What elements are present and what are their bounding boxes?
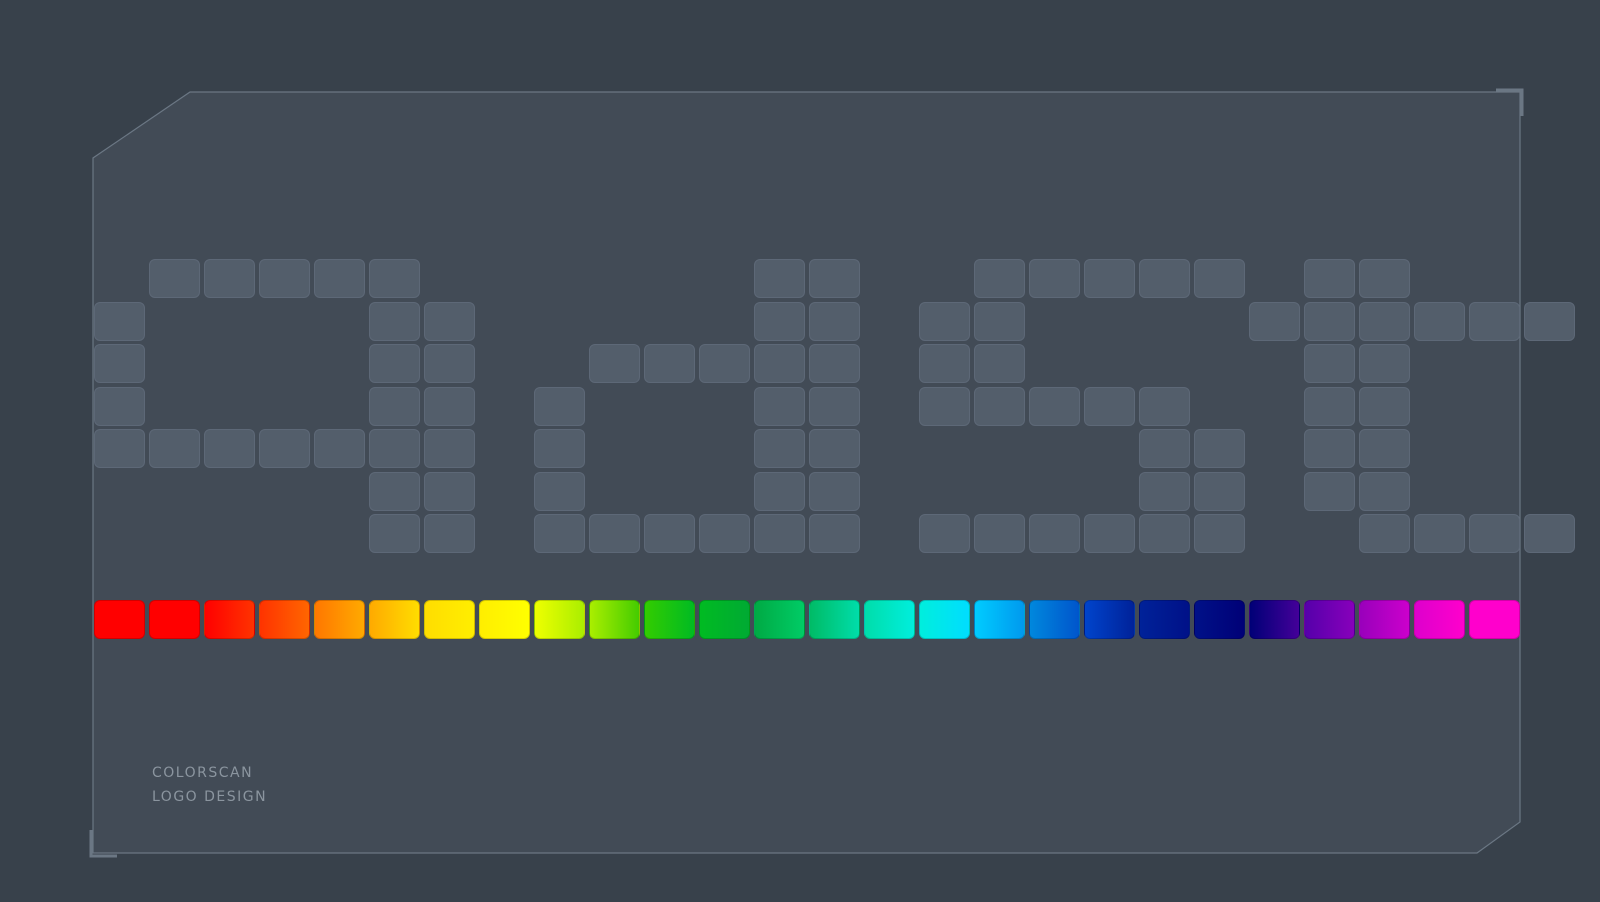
spectrum-swatch xyxy=(204,600,255,639)
spectrum-swatch xyxy=(699,600,750,639)
spectrum-swatch xyxy=(1249,600,1300,639)
caption-line-2: LOGO DESIGN xyxy=(152,789,268,805)
spectrum-swatch xyxy=(369,600,420,639)
spectrum-swatch xyxy=(424,600,475,639)
spectrum-swatch xyxy=(314,600,365,639)
spectrum-swatch xyxy=(1469,600,1520,639)
spectrum-swatch xyxy=(94,600,145,639)
spectrum-swatch xyxy=(1194,600,1245,639)
spectrum-swatch xyxy=(754,600,805,639)
spectrum-swatch xyxy=(149,600,200,639)
spectrum-swatch xyxy=(919,600,970,639)
spectrum-swatch xyxy=(1359,600,1410,639)
spectrum-swatch xyxy=(1304,600,1355,639)
spectrum-swatch xyxy=(534,600,585,639)
spectrum-swatch xyxy=(1139,600,1190,639)
spectrum-swatch xyxy=(259,600,310,639)
spectrum-swatch xyxy=(1084,600,1135,639)
caption-line-1: COLORSCAN xyxy=(152,765,254,781)
spectrum-swatch xyxy=(589,600,640,639)
spectrum-swatch xyxy=(644,600,695,639)
spectrum-swatch xyxy=(1029,600,1080,639)
spectrum-swatch xyxy=(1414,600,1465,639)
spectrum-swatch xyxy=(864,600,915,639)
spectrum-swatch xyxy=(479,600,530,639)
spectrum-swatch xyxy=(809,600,860,639)
spectrum-swatch xyxy=(974,600,1025,639)
